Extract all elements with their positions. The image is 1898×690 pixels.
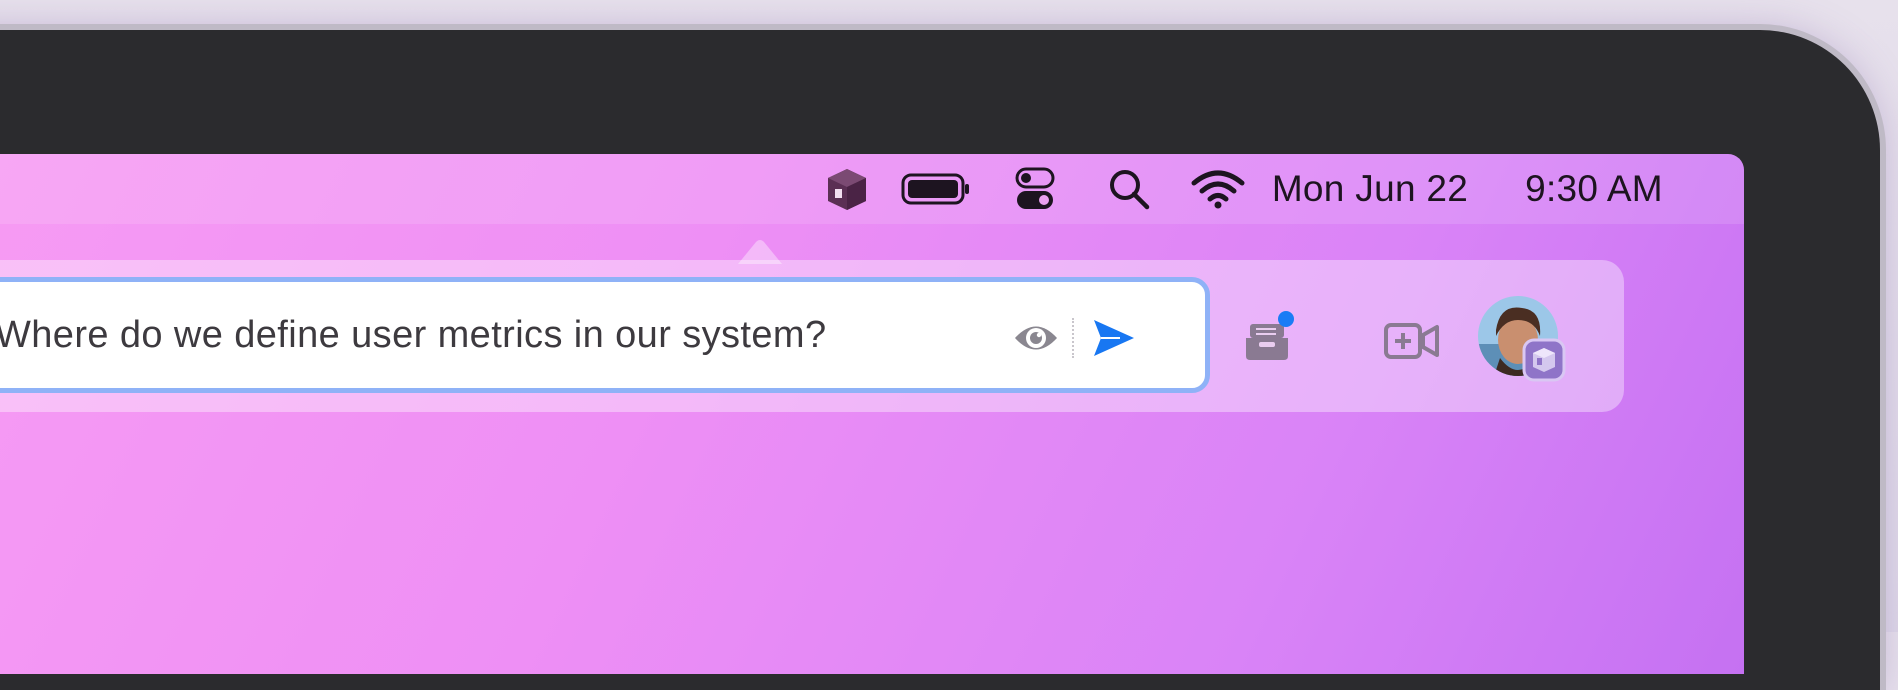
privacy-eye-icon[interactable]: [1012, 318, 1060, 358]
battery-icon[interactable]: [900, 166, 972, 212]
search-icon[interactable]: [1106, 166, 1152, 212]
query-input[interactable]: Where do we define user metrics in our s…: [0, 282, 827, 388]
menu-time[interactable]: 9:30 AM: [1508, 166, 1680, 212]
wifi-icon[interactable]: [1190, 166, 1246, 212]
add-meeting-icon[interactable]: [1382, 318, 1442, 364]
control-center-icon[interactable]: [1013, 166, 1057, 212]
menu-bar: Mon Jun 22 9:30 AM: [0, 154, 1744, 224]
menu-date[interactable]: Mon Jun 22: [1270, 166, 1470, 212]
send-icon[interactable]: [1088, 314, 1140, 362]
laptop-bezel: Mon Jun 22 9:30 AM Where do we define us…: [0, 30, 1880, 690]
app-cube-icon[interactable]: [823, 166, 871, 212]
notification-dot: [1278, 311, 1294, 327]
desktop-screen: Mon Jun 22 9:30 AM Where do we define us…: [0, 154, 1744, 674]
input-divider: [1072, 318, 1074, 358]
user-avatar[interactable]: [1478, 296, 1566, 384]
inbox-icon[interactable]: [1242, 308, 1302, 368]
